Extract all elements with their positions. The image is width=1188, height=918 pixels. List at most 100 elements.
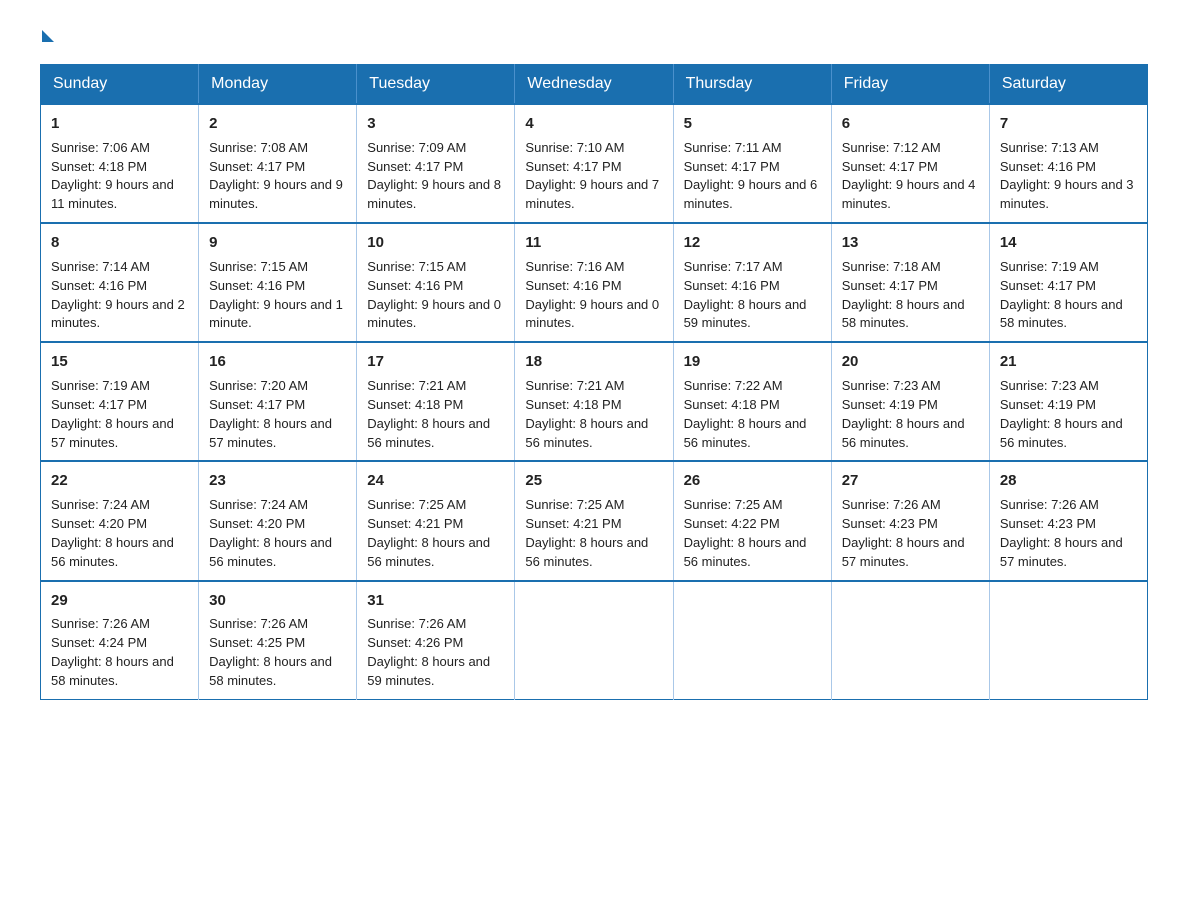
day-number: 20	[842, 351, 979, 373]
logo	[40, 30, 54, 44]
calendar-cell: 20 Sunrise: 7:23 AMSunset: 4:19 PMDayligh…	[831, 342, 989, 461]
column-header-friday: Friday	[831, 65, 989, 105]
calendar-cell: 10 Sunrise: 7:15 AMSunset: 4:16 PMDayligh…	[357, 223, 515, 342]
day-number: 24	[367, 470, 504, 492]
day-number: 5	[684, 113, 821, 135]
calendar-cell	[673, 581, 831, 700]
day-number: 10	[367, 232, 504, 254]
day-number: 18	[525, 351, 662, 373]
day-number: 4	[525, 113, 662, 135]
calendar-cell: 29Sunrise: 7:26 AMSunset: 4:24 PMDayligh…	[41, 581, 199, 700]
day-info: Sunrise: 7:19 AMSunset: 4:17 PMDaylight:…	[1000, 259, 1123, 331]
day-info: Sunrise: 7:23 AMSunset: 4:19 PMDaylight:…	[1000, 378, 1123, 450]
calendar-cell: 21 Sunrise: 7:23 AMSunset: 4:19 PMDayligh…	[989, 342, 1147, 461]
day-number: 17	[367, 351, 504, 373]
column-header-tuesday: Tuesday	[357, 65, 515, 105]
day-info: Sunrise: 7:26 AMSunset: 4:25 PMDaylight:…	[209, 616, 332, 688]
calendar-cell: 17 Sunrise: 7:21 AMSunset: 4:18 PMDayligh…	[357, 342, 515, 461]
day-info: Sunrise: 7:25 AMSunset: 4:21 PMDaylight:…	[525, 497, 648, 569]
calendar-cell: 23 Sunrise: 7:24 AMSunset: 4:20 PMDayligh…	[199, 461, 357, 580]
day-info: Sunrise: 7:26 AMSunset: 4:23 PMDaylight:…	[1000, 497, 1123, 569]
calendar-cell: 5 Sunrise: 7:11 AMSunset: 4:17 PMDaylight…	[673, 104, 831, 223]
day-number: 16	[209, 351, 346, 373]
day-info: Sunrise: 7:06 AMSunset: 4:18 PMDaylight:…	[51, 140, 174, 212]
day-info: Sunrise: 7:16 AMSunset: 4:16 PMDaylight:…	[525, 259, 659, 331]
calendar-cell: 4 Sunrise: 7:10 AMSunset: 4:17 PMDaylight…	[515, 104, 673, 223]
calendar-week-row: 15 Sunrise: 7:19 AMSunset: 4:17 PMDayligh…	[41, 342, 1148, 461]
logo-triangle-icon	[42, 30, 54, 42]
logo-blue-text	[40, 30, 54, 44]
calendar-cell: 31Sunrise: 7:26 AMSunset: 4:26 PMDayligh…	[357, 581, 515, 700]
day-info: Sunrise: 7:19 AMSunset: 4:17 PMDaylight:…	[51, 378, 174, 450]
day-info: Sunrise: 7:12 AMSunset: 4:17 PMDaylight:…	[842, 140, 976, 212]
calendar-cell: 6 Sunrise: 7:12 AMSunset: 4:17 PMDaylight…	[831, 104, 989, 223]
day-number: 26	[684, 470, 821, 492]
day-number: 30	[209, 590, 346, 612]
calendar-cell: 28 Sunrise: 7:26 AMSunset: 4:23 PMDayligh…	[989, 461, 1147, 580]
day-info: Sunrise: 7:22 AMSunset: 4:18 PMDaylight:…	[684, 378, 807, 450]
calendar-cell: 14 Sunrise: 7:19 AMSunset: 4:17 PMDayligh…	[989, 223, 1147, 342]
calendar-cell: 24 Sunrise: 7:25 AMSunset: 4:21 PMDayligh…	[357, 461, 515, 580]
calendar-cell: 2Sunrise: 7:08 AMSunset: 4:17 PMDaylight…	[199, 104, 357, 223]
day-info: Sunrise: 7:15 AMSunset: 4:16 PMDaylight:…	[367, 259, 501, 331]
day-number: 6	[842, 113, 979, 135]
day-info: Sunrise: 7:24 AMSunset: 4:20 PMDaylight:…	[209, 497, 332, 569]
calendar-week-row: 22 Sunrise: 7:24 AMSunset: 4:20 PMDayligh…	[41, 461, 1148, 580]
calendar-cell: 3 Sunrise: 7:09 AMSunset: 4:17 PMDaylight…	[357, 104, 515, 223]
day-info: Sunrise: 7:11 AMSunset: 4:17 PMDaylight:…	[684, 140, 818, 212]
day-number: 22	[51, 470, 188, 492]
day-info: Sunrise: 7:21 AMSunset: 4:18 PMDaylight:…	[525, 378, 648, 450]
day-info: Sunrise: 7:18 AMSunset: 4:17 PMDaylight:…	[842, 259, 965, 331]
calendar-cell: 27 Sunrise: 7:26 AMSunset: 4:23 PMDayligh…	[831, 461, 989, 580]
calendar-cell	[989, 581, 1147, 700]
calendar-cell: 26 Sunrise: 7:25 AMSunset: 4:22 PMDayligh…	[673, 461, 831, 580]
day-number: 23	[209, 470, 346, 492]
day-info: Sunrise: 7:09 AMSunset: 4:17 PMDaylight:…	[367, 140, 501, 212]
day-info: Sunrise: 7:23 AMSunset: 4:19 PMDaylight:…	[842, 378, 965, 450]
calendar-cell: 9 Sunrise: 7:15 AMSunset: 4:16 PMDaylight…	[199, 223, 357, 342]
day-info: Sunrise: 7:25 AMSunset: 4:21 PMDaylight:…	[367, 497, 490, 569]
day-info: Sunrise: 7:14 AMSunset: 4:16 PMDaylight:…	[51, 259, 185, 331]
day-number: 15	[51, 351, 188, 373]
day-info: Sunrise: 7:15 AMSunset: 4:16 PMDaylight:…	[209, 259, 343, 331]
day-number: 2	[209, 113, 346, 135]
calendar-table: SundayMondayTuesdayWednesdayThursdayFrid…	[40, 64, 1148, 700]
calendar-header-row: SundayMondayTuesdayWednesdayThursdayFrid…	[41, 65, 1148, 105]
calendar-cell: 7Sunrise: 7:13 AMSunset: 4:16 PMDaylight…	[989, 104, 1147, 223]
day-info: Sunrise: 7:24 AMSunset: 4:20 PMDaylight:…	[51, 497, 174, 569]
day-number: 29	[51, 590, 188, 612]
day-info: Sunrise: 7:26 AMSunset: 4:26 PMDaylight:…	[367, 616, 490, 688]
column-header-thursday: Thursday	[673, 65, 831, 105]
day-number: 12	[684, 232, 821, 254]
day-number: 28	[1000, 470, 1137, 492]
calendar-cell: 18 Sunrise: 7:21 AMSunset: 4:18 PMDayligh…	[515, 342, 673, 461]
day-info: Sunrise: 7:26 AMSunset: 4:23 PMDaylight:…	[842, 497, 965, 569]
calendar-week-row: 8 Sunrise: 7:14 AMSunset: 4:16 PMDaylight…	[41, 223, 1148, 342]
day-number: 3	[367, 113, 504, 135]
day-number: 21	[1000, 351, 1137, 373]
calendar-cell: 30 Sunrise: 7:26 AMSunset: 4:25 PMDayligh…	[199, 581, 357, 700]
calendar-cell: 16Sunrise: 7:20 AMSunset: 4:17 PMDayligh…	[199, 342, 357, 461]
day-number: 13	[842, 232, 979, 254]
column-header-sunday: Sunday	[41, 65, 199, 105]
day-info: Sunrise: 7:21 AMSunset: 4:18 PMDaylight:…	[367, 378, 490, 450]
calendar-cell: 19Sunrise: 7:22 AMSunset: 4:18 PMDayligh…	[673, 342, 831, 461]
calendar-cell: 22 Sunrise: 7:24 AMSunset: 4:20 PMDayligh…	[41, 461, 199, 580]
day-number: 11	[525, 232, 662, 254]
calendar-cell	[515, 581, 673, 700]
day-number: 27	[842, 470, 979, 492]
column-header-wednesday: Wednesday	[515, 65, 673, 105]
day-number: 25	[525, 470, 662, 492]
calendar-cell: 8 Sunrise: 7:14 AMSunset: 4:16 PMDaylight…	[41, 223, 199, 342]
page-header	[40, 30, 1148, 44]
day-number: 8	[51, 232, 188, 254]
day-number: 14	[1000, 232, 1137, 254]
calendar-cell: 1Sunrise: 7:06 AMSunset: 4:18 PMDaylight…	[41, 104, 199, 223]
column-header-saturday: Saturday	[989, 65, 1147, 105]
day-info: Sunrise: 7:17 AMSunset: 4:16 PMDaylight:…	[684, 259, 807, 331]
day-number: 9	[209, 232, 346, 254]
day-info: Sunrise: 7:10 AMSunset: 4:17 PMDaylight:…	[525, 140, 659, 212]
calendar-cell: 12 Sunrise: 7:17 AMSunset: 4:16 PMDayligh…	[673, 223, 831, 342]
day-info: Sunrise: 7:25 AMSunset: 4:22 PMDaylight:…	[684, 497, 807, 569]
day-info: Sunrise: 7:13 AMSunset: 4:16 PMDaylight:…	[1000, 140, 1134, 212]
